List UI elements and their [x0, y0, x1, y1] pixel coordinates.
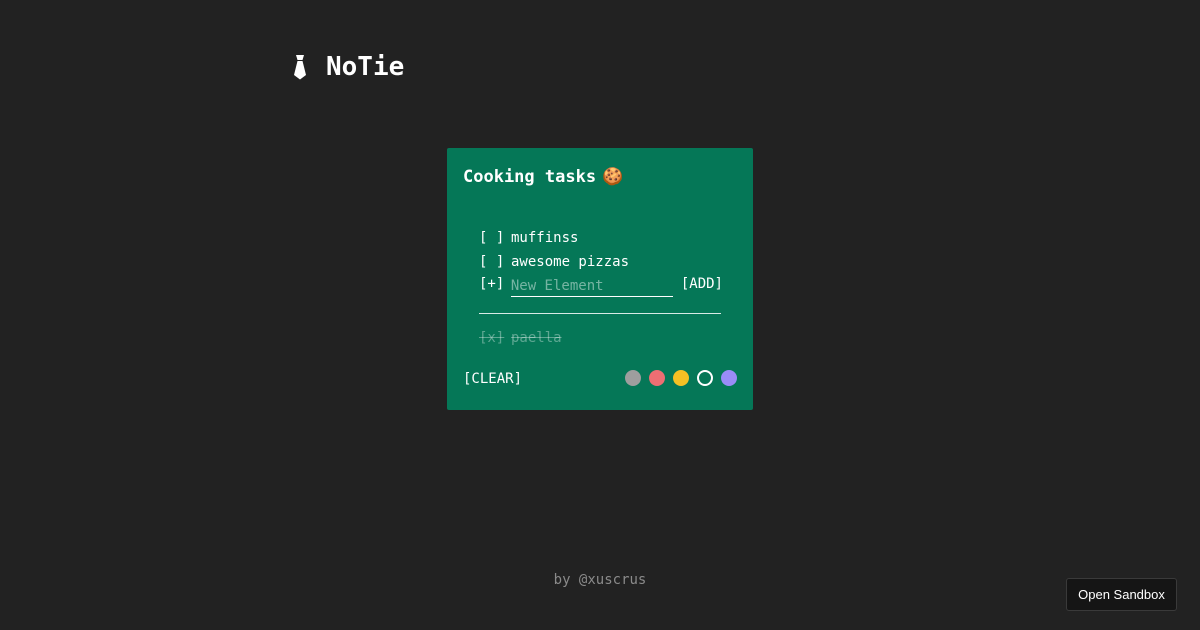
task-checkbox[interactable]: [ ] — [479, 254, 511, 270]
clear-button[interactable]: [CLEAR] — [463, 371, 522, 387]
author-credit: by @xuscrus — [553, 572, 647, 588]
add-prefix: [+] — [479, 276, 505, 292]
new-element-input[interactable] — [510, 275, 673, 297]
task-text: paella — [511, 330, 562, 346]
pending-task-list: [ ] muffinss [ ] awesome pizzas — [479, 226, 723, 274]
note-card: Cooking tasks 🍪 [ ] muffinss [ ] awesome … — [447, 148, 753, 410]
note-title-text: Cooking tasks — [463, 167, 597, 187]
color-swatch-green[interactable] — [697, 370, 713, 386]
add-button[interactable]: [ADD] — [681, 276, 723, 292]
open-sandbox-button[interactable]: Open Sandbox — [1066, 578, 1177, 611]
task-checkbox[interactable]: [ ] — [479, 230, 511, 246]
cookie-icon: 🍪 — [602, 167, 624, 187]
app-title: NoTie — [326, 52, 405, 82]
color-swatch-gray[interactable] — [625, 370, 641, 386]
completed-list-item[interactable]: [x] paella — [479, 330, 562, 346]
color-swatch-yellow[interactable] — [673, 370, 689, 386]
task-text[interactable]: awesome pizzas — [511, 254, 629, 270]
note-title[interactable]: Cooking tasks 🍪 — [463, 167, 623, 187]
divider — [479, 313, 721, 314]
list-item: [ ] awesome pizzas — [479, 250, 723, 274]
task-text[interactable]: muffinss — [511, 230, 578, 246]
color-swatch-red[interactable] — [649, 370, 665, 386]
app-header: NoTie — [290, 50, 404, 84]
list-item: [ ] muffinss — [479, 226, 723, 250]
new-element-row: [+] [ADD] — [479, 272, 723, 297]
color-swatch-purple[interactable] — [721, 370, 737, 386]
color-picker — [625, 370, 737, 386]
task-checkbox-checked[interactable]: [x] — [479, 330, 511, 346]
tie-icon — [294, 55, 306, 80]
